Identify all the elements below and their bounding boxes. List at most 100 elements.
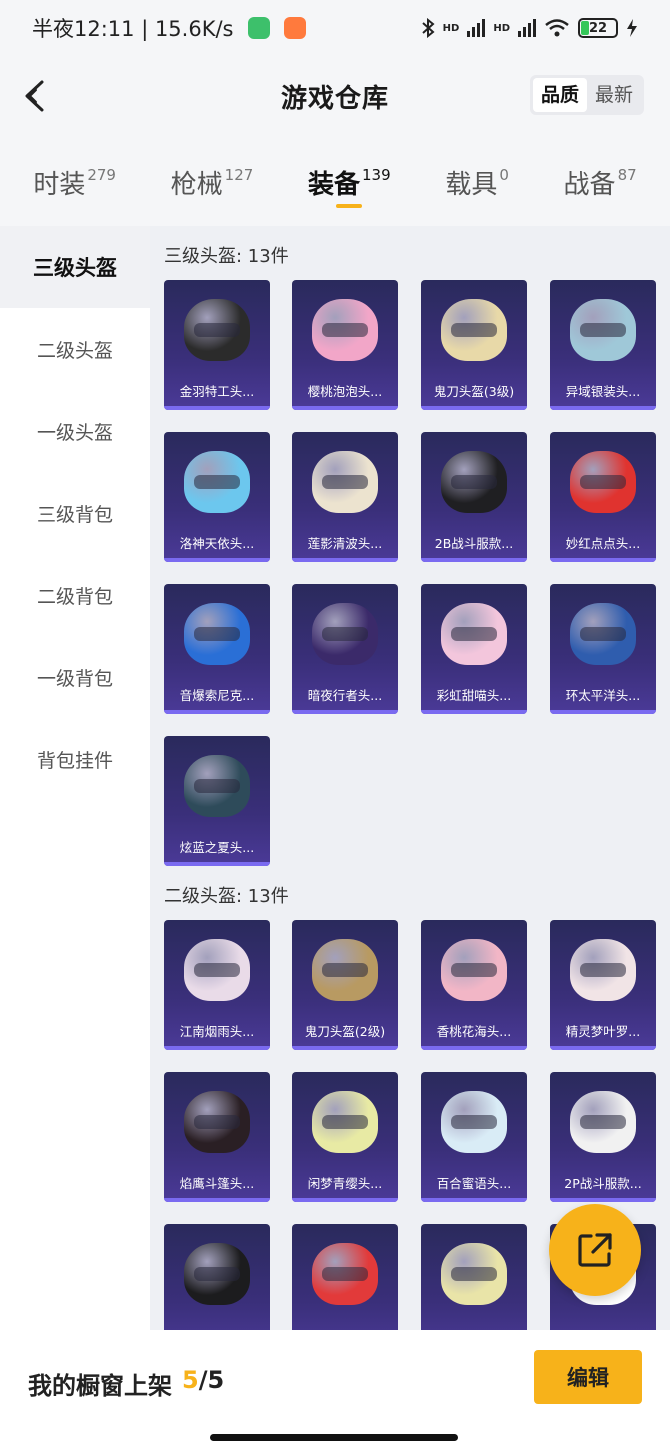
item-card[interactable]: 异域银装头... <box>550 280 656 410</box>
battery-level: 22 <box>588 20 608 36</box>
sidebar-item-level3-backpack[interactable]: 三级背包 <box>0 472 150 554</box>
battery-icon: 22 <box>578 18 618 38</box>
helmet-icon <box>441 299 507 361</box>
helmet-icon <box>312 1091 378 1153</box>
item-name: 江南烟雨头... <box>179 1024 255 1039</box>
helmet-icon <box>441 939 507 1001</box>
item-name: 精灵梦叶罗... <box>565 1024 641 1039</box>
tab-vehicles[interactable]: 载具 0 <box>445 150 509 220</box>
quality-bar <box>421 406 527 410</box>
quality-bar <box>421 1198 527 1202</box>
share-button[interactable] <box>549 1204 641 1296</box>
item-card[interactable]: 精灵梦叶罗... <box>550 920 656 1050</box>
item-card[interactable]: 音爆索尼克... <box>164 584 270 714</box>
helmet-icon <box>312 939 378 1001</box>
sort-latest[interactable]: 最新 <box>587 78 641 112</box>
helmet-image <box>292 926 398 1014</box>
item-name: 樱桃泡泡头... <box>307 384 383 399</box>
item-card[interactable]: 鬼刀头盔(2级) <box>292 920 398 1050</box>
header: 游戏仓库 品质 最新 <box>0 56 670 136</box>
helmet-image <box>292 1230 398 1318</box>
helmet-icon <box>441 1091 507 1153</box>
sidebar-item-level2-backpack[interactable]: 二级背包 <box>0 554 150 636</box>
helmet-image <box>550 286 656 374</box>
item-card[interactable]: 2P战斗服款... <box>550 1072 656 1202</box>
showcase-status: 我的橱窗上架 5 /5 <box>28 1366 224 1401</box>
sidebar-item-backpack-pendant[interactable]: 背包挂件 <box>0 718 150 800</box>
item-card[interactable]: 香桃花海头... <box>421 920 527 1050</box>
item-name: 百合蜜语头... <box>436 1176 512 1191</box>
tab-fashion[interactable]: 时装 279 <box>33 150 116 220</box>
tab-count: 139 <box>362 166 391 184</box>
tab-equipment[interactable]: 装备 139 <box>308 150 391 220</box>
back-button[interactable] <box>16 78 52 114</box>
item-card[interactable] <box>421 1224 527 1330</box>
item-card[interactable] <box>164 1224 270 1330</box>
item-name: 炫蓝之夏头... <box>179 840 255 855</box>
quality-bar <box>292 710 398 714</box>
helmet-image <box>550 926 656 1014</box>
item-card[interactable]: 鬼刀头盔(3级) <box>421 280 527 410</box>
home-indicator[interactable] <box>210 1434 458 1441</box>
item-name: 焰鹰斗篷头... <box>179 1176 255 1191</box>
item-name: 妙红点点头... <box>565 536 641 551</box>
item-card[interactable]: 江南烟雨头... <box>164 920 270 1050</box>
item-name: 异域银装头... <box>565 384 641 399</box>
sidebar-item-level2-helmet[interactable]: 二级头盔 <box>0 308 150 390</box>
helmet-icon <box>184 299 250 361</box>
quality-bar <box>550 1198 656 1202</box>
edit-button[interactable]: 编辑 <box>534 1350 642 1404</box>
status-left: 半夜12:11 | 15.6K/s <box>32 13 306 43</box>
helmet-image <box>164 926 270 1014</box>
item-card[interactable]: 金羽特工头... <box>164 280 270 410</box>
quality-bar <box>164 710 270 714</box>
sort-quality[interactable]: 品质 <box>532 78 587 112</box>
helmet-image <box>164 438 270 526</box>
showcase-label: 我的橱窗上架 <box>28 1372 172 1400</box>
item-card[interactable]: 莲影清波头... <box>292 432 398 562</box>
tab-guns[interactable]: 枪械 127 <box>171 150 254 220</box>
item-name: 鬼刀头盔(2级) <box>304 1024 386 1039</box>
helmet-icon <box>184 755 250 817</box>
item-card[interactable] <box>292 1224 398 1330</box>
helmet-icon <box>312 299 378 361</box>
item-card[interactable]: 妙红点点头... <box>550 432 656 562</box>
item-card[interactable]: 樱桃泡泡头... <box>292 280 398 410</box>
tab-label: 时装 <box>33 170 86 200</box>
helmet-image <box>421 1078 527 1166</box>
status-bar: 半夜12:11 | 15.6K/s HD HD 22 <box>0 0 670 56</box>
item-card[interactable]: 彩虹甜喵头... <box>421 584 527 714</box>
share-icon <box>578 1233 612 1267</box>
sidebar-item-level1-helmet[interactable]: 一级头盔 <box>0 390 150 472</box>
sidebar-item-level3-helmet[interactable]: 三级头盔 <box>0 226 150 308</box>
helmet-icon <box>570 939 636 1001</box>
helmet-image <box>292 438 398 526</box>
item-card[interactable]: 2B战斗服款... <box>421 432 527 562</box>
item-grid-area: 三级头盔: 13件 二级头盔: 13件 金羽特工头... 樱桃泡泡头... 鬼刀头盔… <box>150 226 670 1330</box>
wifi-icon <box>545 19 569 37</box>
item-card[interactable]: 环太平洋头... <box>550 584 656 714</box>
quality-bar <box>292 1198 398 1202</box>
helmet-image <box>164 286 270 374</box>
quality-bar <box>421 710 527 714</box>
helmet-image <box>421 286 527 374</box>
sidebar: 三级头盔 二级头盔 一级头盔 三级背包 二级背包 一级背包 背包挂件 <box>0 226 150 1330</box>
item-card[interactable]: 焰鹰斗篷头... <box>164 1072 270 1202</box>
tab-gear[interactable]: 战备 87 <box>564 150 637 220</box>
quality-bar <box>550 406 656 410</box>
helmet-image <box>292 286 398 374</box>
helmet-icon <box>570 1091 636 1153</box>
item-card[interactable]: 暗夜行者头... <box>292 584 398 714</box>
helmet-icon <box>184 603 250 665</box>
item-card[interactable]: 炫蓝之夏头... <box>164 736 270 866</box>
item-card[interactable]: 闲梦青缨头... <box>292 1072 398 1202</box>
quality-bar <box>164 1198 270 1202</box>
item-card[interactable]: 百合蜜语头... <box>421 1072 527 1202</box>
hd-label: HD <box>493 22 510 34</box>
sidebar-item-level1-backpack[interactable]: 一级背包 <box>0 636 150 718</box>
item-name: 2P战斗服款... <box>564 1176 642 1191</box>
charging-icon <box>627 19 637 37</box>
quality-bar <box>550 1046 656 1050</box>
hd-label: HD <box>442 22 460 34</box>
item-card[interactable]: 洛神天依头... <box>164 432 270 562</box>
